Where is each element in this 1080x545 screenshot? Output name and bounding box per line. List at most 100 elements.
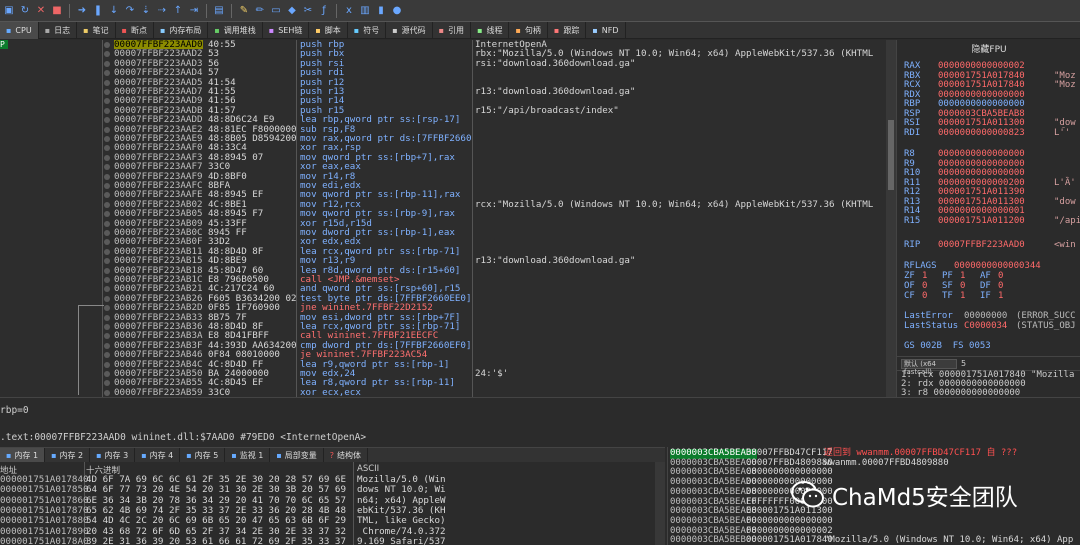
tab-threads[interactable]: ▪ 线程	[471, 22, 510, 39]
dump-tab[interactable]: ▪ 内存 4	[135, 448, 181, 463]
scroll-thumb[interactable]	[888, 120, 894, 190]
breakpoint-dot[interactable]	[104, 201, 110, 208]
flag-value[interactable]: 0	[922, 291, 927, 302]
breakpoint-dot[interactable]	[104, 239, 110, 246]
call-convention-select[interactable]: 默认 (x64 fastcall)	[901, 358, 957, 376]
memory-dump-view[interactable]: 地址 十六进制 ASCII 000001751A017840 4D 6F 7A 6…	[0, 462, 665, 545]
breakpoint-dot[interactable]	[104, 333, 110, 340]
register-value[interactable]: 000001751A011200	[938, 216, 1025, 227]
breakpoint-dot[interactable]	[104, 145, 110, 152]
breakpoint-dot[interactable]	[104, 42, 110, 48]
tab-handles[interactable]: ▪ 句柄	[509, 22, 548, 39]
breakpoint-dot[interactable]	[104, 295, 110, 302]
trace-over-icon[interactable]: ⇢	[155, 4, 169, 18]
disassembly-view[interactable]: P 00007FFBF223AAD0 40:55 push rbp InternetO…	[0, 40, 886, 397]
breakpoint-dot[interactable]	[104, 136, 110, 142]
breakpoint-dot[interactable]	[104, 277, 110, 283]
restart-icon[interactable]: ↻	[18, 4, 32, 18]
flag-value[interactable]: 1	[998, 291, 1003, 302]
breakpoint-dot[interactable]	[104, 164, 110, 171]
arg-count-label[interactable]: 5	[961, 359, 966, 368]
open-icon[interactable]: ▣	[2, 4, 16, 18]
variable-icon[interactable]: x	[342, 4, 356, 18]
register-value[interactable]: 0000000000000823	[938, 128, 1025, 139]
breakpoint-dot[interactable]	[104, 126, 110, 133]
breakpoint-dot[interactable]	[104, 60, 110, 67]
tab-breakpoint[interactable]: ▪ 断点	[116, 22, 154, 39]
tab-cpu[interactable]: ▪ CPU	[0, 22, 39, 39]
breakpoint-dot[interactable]	[104, 192, 110, 199]
comment-icon[interactable]: ▭	[269, 4, 283, 18]
breakpoint-dot[interactable]	[104, 79, 110, 86]
breakpoint-dot[interactable]	[104, 173, 110, 180]
dump-tab[interactable]: ? 结构体	[324, 448, 369, 463]
breakpoint-dot[interactable]	[104, 117, 110, 124]
breakpoint-dot[interactable]	[104, 380, 110, 387]
scylla-icon[interactable]: ▤	[212, 4, 226, 18]
breakpoint-dot[interactable]	[104, 258, 110, 265]
step-into-icon[interactable]: ↓	[107, 4, 121, 18]
breakpoint-dot[interactable]	[104, 305, 110, 312]
call-argument-row[interactable]: 3: r8 0000000000000000	[897, 389, 1080, 398]
breakpoint-dot[interactable]	[104, 371, 110, 377]
breakpoint-dot[interactable]	[104, 389, 110, 396]
breakpoint-dot[interactable]	[104, 51, 110, 58]
dump-scrollbar[interactable]	[655, 462, 665, 545]
flag-value[interactable]: 1	[960, 291, 965, 302]
pause-icon[interactable]: ❚	[91, 4, 105, 18]
label-icon[interactable]: ◆	[285, 4, 299, 18]
pin-icon[interactable]: ▮	[374, 4, 388, 18]
stack-row[interactable]: 0000003CBA5BEB00 000001751A017840 "Mozilla…	[668, 536, 1080, 545]
trace-into-icon[interactable]: ⇣	[139, 4, 153, 18]
dump-row[interactable]: 000001751A0178A0 39 2E 31 36 39 20 53 61 …	[0, 536, 655, 545]
step-over-icon[interactable]: ↷	[123, 4, 137, 18]
breakpoint-dot[interactable]	[104, 70, 110, 77]
tab-symbols[interactable]: ▪ 符号	[348, 22, 387, 39]
breakpoint-dot[interactable]	[104, 352, 110, 359]
tab-memory-map[interactable]: ▪ 内存布局	[154, 22, 209, 39]
breakpoint-dot[interactable]	[104, 230, 110, 236]
breakpoint-dot[interactable]	[104, 98, 110, 105]
breakpoint-dot[interactable]	[104, 154, 110, 161]
highlight-icon[interactable]: ✎	[237, 4, 251, 18]
dump-tab[interactable]: ▪ 内存 3	[90, 448, 136, 463]
breakpoint-dot[interactable]	[104, 248, 110, 255]
breakpoint-dot[interactable]	[104, 286, 110, 293]
dump-tab[interactable]: ▪ 局部变量	[270, 448, 324, 463]
breakpoint-dot[interactable]	[104, 324, 110, 330]
tab-log[interactable]: ▪ 日志	[39, 22, 78, 39]
breakpoint-dot[interactable]	[104, 314, 110, 321]
bookmark-icon[interactable]: ✂	[301, 4, 315, 18]
tab-trace[interactable]: ▪ 跟踪	[548, 22, 587, 39]
breakpoint-dot[interactable]	[104, 107, 110, 114]
dump-tab[interactable]: ▪ 监视 1	[225, 448, 271, 463]
dump-tab[interactable]: ▪ 内存 5	[180, 448, 226, 463]
register-row[interactable]: R15 000001751A011200 "/api	[904, 216, 1080, 227]
registers-panel[interactable]: 隐藏FPU RAX 0000000000000002 RBX 000001751A01…	[896, 40, 1080, 356]
breakpoint-dot[interactable]	[104, 220, 110, 227]
register-row-laststatus[interactable]: LastStatus C0000034 (STATUS_OBJ	[904, 321, 1076, 332]
run-to-user-code-icon[interactable]: ⇥	[187, 4, 201, 18]
tab-call-stack[interactable]: ▪ 调用堆栈	[208, 22, 263, 39]
dump-row[interactable]: 000001751A017880 54 4D 4C 2C 20 6C 69 6B …	[0, 515, 655, 526]
close-icon[interactable]: ✕	[34, 4, 48, 18]
breakpoint-dot[interactable]	[104, 342, 110, 349]
breakpoint-dot[interactable]	[104, 183, 110, 189]
register-row[interactable]: RDI 0000000000000823 L'ࠣ'	[904, 128, 1070, 139]
tab-references[interactable]: ▪ 引用	[433, 22, 472, 39]
calculator-icon[interactable]: ▥	[358, 4, 372, 18]
patch-icon[interactable]: ✏	[253, 4, 267, 18]
breakpoint-dot[interactable]	[104, 361, 110, 368]
dump-tab[interactable]: ▪ 内存 1	[0, 448, 46, 463]
help-icon[interactable]: ●	[390, 4, 404, 18]
disasm-row[interactable]: 00007FFBF223AB59 33C0 xor ecx,ecx	[0, 387, 886, 397]
execute-till-return-icon[interactable]: ↑	[171, 4, 185, 18]
tab-nfd[interactable]: ▪ NFD	[586, 22, 626, 39]
hide-fpu-toggle[interactable]: 隐藏FPU	[897, 42, 1080, 55]
disassembly-scrollbar[interactable]	[886, 40, 896, 397]
tab-source[interactable]: ▪ 源代码	[386, 22, 433, 39]
register-value[interactable]: 00007FFBF223AAD0	[938, 240, 1025, 251]
stop-icon[interactable]: ■	[50, 4, 64, 18]
tab-notes[interactable]: ▪ 笔记	[77, 22, 116, 39]
run-icon[interactable]: ➜	[75, 4, 89, 18]
